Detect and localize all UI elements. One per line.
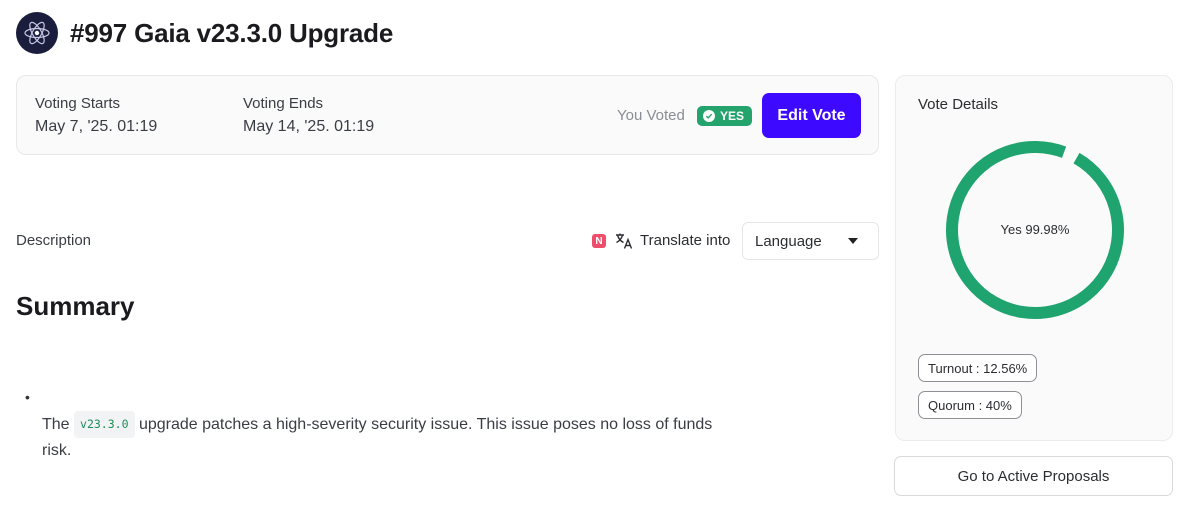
cosmos-atom-icon (16, 12, 58, 54)
description-label: Description (16, 232, 92, 249)
vote-status-badge: YES (697, 106, 753, 126)
voting-ends-value: May 14, '25. 01:19 (243, 118, 375, 135)
paragraph-prefix: The (42, 416, 70, 433)
translate-label: Translate into (640, 232, 731, 249)
voting-starts-value: May 7, '25. 01:19 (35, 118, 158, 135)
list-bullet: • (25, 389, 30, 405)
voting-period-card: Voting Starts May 7, '25. 01:19 Voting E… (16, 75, 879, 155)
donut-center-label: Yes 99.98% (1000, 222, 1070, 237)
vote-details-card: Vote Details Yes 99.98% Turnout : 12.56%… (895, 75, 1173, 441)
edit-vote-button[interactable]: Edit Vote (762, 93, 861, 138)
active-proposals-button[interactable]: Go to Active Proposals (894, 456, 1173, 496)
check-circle-icon (703, 110, 715, 122)
language-select[interactable]: Language (742, 222, 879, 260)
summary-paragraph: The v23.3.0 upgrade patches a high-sever… (42, 411, 722, 463)
vote-details-title: Vote Details (918, 96, 999, 113)
voting-starts-label: Voting Starts (35, 95, 121, 112)
proposal-header: #997 Gaia v23.3.0 Upgrade (16, 12, 393, 54)
summary-heading: Summary (16, 291, 135, 321)
translate-icon[interactable] (614, 231, 634, 251)
vote-status-text: YES (720, 109, 745, 123)
you-voted-label: You Voted (617, 107, 685, 124)
turnout-badge: Turnout : 12.56% (918, 354, 1038, 382)
voting-ends-label: Voting Ends (243, 95, 324, 112)
paragraph-suffix: upgrade patches a high-severity security… (42, 416, 713, 459)
page-title: #997 Gaia v23.3.0 Upgrade (70, 17, 394, 48)
version-code: v23.3.0 (74, 411, 135, 438)
caret-down-icon (848, 238, 858, 244)
language-select-value: Language (755, 232, 822, 250)
n-badge-icon[interactable]: N (592, 234, 606, 248)
quorum-badge: Quorum : 40% (918, 391, 1022, 419)
